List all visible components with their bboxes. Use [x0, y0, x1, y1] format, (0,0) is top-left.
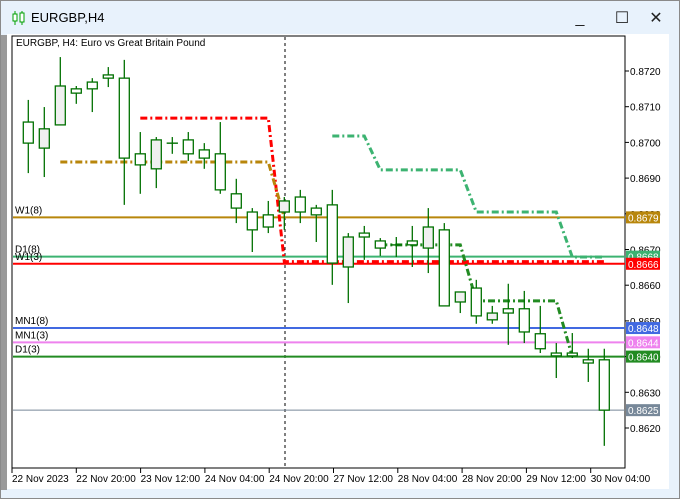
time-tick-label: 30 Nov 04:00: [591, 474, 651, 485]
candle-body: [550, 352, 562, 357]
candle-body: [54, 85, 66, 126]
candle-body: [118, 77, 130, 159]
price-tick-label: 0.8700: [630, 138, 661, 149]
candle-body: [102, 74, 114, 79]
candle-body: [502, 308, 514, 314]
candle-body: [518, 308, 530, 333]
bid-price-label: 0.8625: [628, 406, 659, 417]
candle-body: [182, 139, 194, 155]
candle-body: [326, 204, 338, 264]
candle-body: [230, 193, 242, 209]
candle-body: [22, 121, 34, 144]
candle-body: [150, 139, 162, 170]
candle-body: [310, 207, 322, 216]
candle-body: [534, 333, 546, 350]
candle-body: [406, 240, 418, 246]
candle-body: [422, 226, 434, 249]
candle-body: [358, 232, 370, 238]
candle-body: [454, 291, 466, 303]
price-tick-label: 0.8710: [630, 103, 661, 114]
candle: [438, 223, 450, 307]
candle-body: [294, 196, 306, 213]
time-tick-label: 28 Nov 20:00: [462, 474, 522, 485]
level-name-label: D1(3): [15, 345, 40, 356]
time-tick-label: 22 Nov 2023: [12, 474, 69, 485]
candle-body: [486, 312, 498, 321]
candle-body: [438, 229, 450, 307]
candle-body: [566, 352, 578, 357]
candle-body: [198, 149, 210, 159]
chart-plot-area[interactable]: [11, 35, 626, 469]
level-price-label: 0.8644: [628, 338, 659, 349]
price-chart[interactable]: 0.87200.87100.87000.86900.86800.86700.86…: [0, 0, 680, 499]
level-name-label: W1(8): [15, 205, 42, 216]
price-tick-label: 0.8660: [630, 281, 661, 292]
time-tick-label: 27 Nov 12:00: [334, 474, 394, 485]
candle-body: [278, 200, 290, 213]
chart-header: EURGBP, H4: Euro vs Great Britain Pound: [16, 38, 205, 49]
level-price-label: 0.8679: [628, 213, 659, 224]
time-tick-label: 24 Nov 20:00: [269, 474, 329, 485]
level-name-label: MN1(8): [15, 316, 48, 327]
candle-body: [262, 214, 274, 228]
price-tick-label: 0.8720: [630, 67, 661, 78]
candle-body: [134, 153, 146, 166]
candle-body: [86, 81, 98, 90]
level-price-label: 0.8640: [628, 353, 659, 364]
candle-body: [214, 153, 226, 191]
time-tick-label: 23 Nov 12:00: [141, 474, 201, 485]
time-tick-label: 29 Nov 12:00: [526, 474, 586, 485]
price-tick-label: 0.8620: [630, 424, 661, 435]
level-name-label: W1(3): [15, 252, 42, 263]
level-name-label: MN1(3): [15, 330, 48, 341]
candle-body: [598, 359, 610, 411]
candle-body: [38, 128, 50, 149]
level-price-label: 0.8666: [628, 260, 659, 271]
time-tick-label: 22 Nov 20:00: [76, 474, 136, 485]
candle-body: [374, 240, 386, 249]
price-tick-label: 0.8630: [630, 388, 661, 399]
candle-body: [246, 211, 258, 231]
time-tick-label: 28 Nov 04:00: [398, 474, 458, 485]
level-price-label: 0.8648: [628, 324, 659, 335]
candle-body: [470, 287, 482, 317]
candle-body: [342, 236, 354, 268]
candle-body: [582, 359, 594, 364]
time-tick-label: 24 Nov 04:00: [205, 474, 265, 485]
candle-body: [70, 88, 82, 94]
price-tick-label: 0.8690: [630, 174, 661, 185]
